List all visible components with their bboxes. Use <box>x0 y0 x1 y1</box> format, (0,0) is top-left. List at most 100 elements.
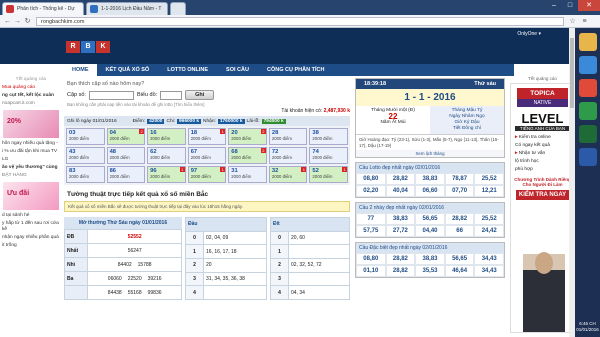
ad-text[interactable]: nhận ngay nhiều phần quà <box>0 234 62 242</box>
lotto-cell[interactable]: 28 2000 điểm <box>268 128 308 145</box>
lotto-cell[interactable]: 43 2000 điểm <box>66 147 105 164</box>
cau-box-title[interactable]: Cầu 2 nháy đẹp nhất ngày 02/01/2016 <box>356 203 504 214</box>
browser-tab-2[interactable]: 1-1-2016 Lịch Đầu Năm - T <box>86 2 168 15</box>
lotto-cell[interactable]: 16 2000 điểm <box>147 128 186 145</box>
lotto-cell[interactable]: 04 2000 điểm 2 <box>106 128 146 145</box>
menu-cong-cu[interactable]: CÔNG CỤ PHÂN TÍCH <box>258 64 333 76</box>
cau-number[interactable]: 38,83 <box>415 173 445 186</box>
ghi-button[interactable]: Ghi <box>185 90 215 100</box>
ad-image[interactable]: Ưu đãi <box>3 182 59 210</box>
ad-text[interactable]: ão vệ yêu thương" cùng <box>0 164 62 172</box>
lotto-cell[interactable]: 38 2000 điểm <box>309 128 348 145</box>
cau-number[interactable]: 34,43 <box>474 253 504 266</box>
cau-number[interactable]: 02,20 <box>356 185 386 198</box>
lotto-cell[interactable]: 97 2000 điểm 1 <box>187 166 227 183</box>
browser-tab-1[interactable]: Phân tích - Thống kê - Dự <box>2 2 84 15</box>
lotto-cell[interactable]: 68 2000 điểm 2 <box>228 147 267 164</box>
lotto-cell[interactable]: 72 2000 điểm <box>268 147 308 164</box>
cau-number[interactable]: 40,04 <box>385 185 416 198</box>
menu-ket-qua[interactable]: KẾT QUẢ XỔ SỐ <box>97 64 159 76</box>
cau-number[interactable]: 08,80 <box>356 173 386 186</box>
menu-home[interactable]: HOME <box>64 64 97 76</box>
cau-box-title[interactable]: Cầu Lotto đẹp nhất ngày 02/01/2016 <box>356 163 504 174</box>
ad-image[interactable]: 20% <box>3 110 59 138</box>
forward-icon[interactable]: → <box>13 17 22 26</box>
cau-number[interactable]: 38,83 <box>415 253 445 266</box>
chrome-icon[interactable] <box>578 102 597 120</box>
cau-number[interactable]: 25,52 <box>474 213 504 226</box>
user-menu[interactable]: OnlyOne ▾ <box>517 31 541 37</box>
calendar-date: 1 - 1 - 2016 <box>356 89 504 106</box>
lotto-cell[interactable]: 67 2000 điểm <box>187 147 227 164</box>
cau-number[interactable]: 28,82 <box>444 213 475 226</box>
cau-number[interactable]: 34,43 <box>474 265 504 278</box>
lotto-cell[interactable]: 62 2000 điểm <box>147 147 186 164</box>
stat-nhan: 1760000 k <box>217 118 245 124</box>
cau-number[interactable]: 35,53 <box>415 265 445 278</box>
table-row: 2 02, 32, 52, 72 <box>270 257 350 273</box>
lotto-cell[interactable]: 86 2000 điểm <box>106 166 146 183</box>
cau-number[interactable]: 25,52 <box>474 173 504 186</box>
new-tab-button[interactable] <box>170 2 186 15</box>
cau-number[interactable]: 01,10 <box>356 265 386 278</box>
cau-box-title[interactable]: Cầu Đặc biệt đẹp nhất ngày 02/01/2016 <box>356 243 504 254</box>
star-icon[interactable]: ☆ <box>568 17 577 26</box>
folder-icon[interactable] <box>578 33 597 51</box>
menu-icon[interactable]: ≡ <box>580 17 589 26</box>
lotto-cell[interactable]: 74 2000 điểm <box>309 147 348 164</box>
cap-so-input[interactable] <box>88 90 134 100</box>
ad-text[interactable]: y hấp từ 1 đến sau rơi cửa kế <box>0 220 62 234</box>
back-icon[interactable]: ← <box>3 17 12 26</box>
taskbar-clock[interactable]: 6:46 CH 01/01/2016 <box>575 321 600 333</box>
cau-number[interactable]: 28,82 <box>385 253 416 266</box>
lotto-cell[interactable]: 52 2000 điểm 1 <box>309 166 348 183</box>
word-icon[interactable] <box>578 148 597 166</box>
cau-number[interactable]: 77 <box>356 213 386 226</box>
ad-text[interactable]: ng cụt tết, kết lộc xuân <box>0 92 62 100</box>
cau-number[interactable]: 27,72 <box>385 225 416 238</box>
bieu-do-input[interactable] <box>160 90 183 100</box>
cau-number[interactable]: 57,75 <box>356 225 386 238</box>
cau-number[interactable]: 04,40 <box>415 225 445 238</box>
lotto-cell[interactable]: 31 2000 điểm <box>228 166 267 183</box>
lotto-cell[interactable]: 20 2000 điểm 2 <box>228 128 267 145</box>
topica-ad[interactable]: TOPICA NATIVE LEVEL TIẾNG ANH CỦA BẠN ▸ … <box>510 83 575 333</box>
browser-icon[interactable] <box>578 56 597 74</box>
site-logo[interactable]: R B K <box>66 41 110 53</box>
lotto-cell[interactable]: 96 2000 điểm 1 <box>147 166 186 183</box>
cau-number[interactable]: 24,42 <box>474 225 504 238</box>
cau-number[interactable]: 07,70 <box>444 185 475 198</box>
cau-number[interactable]: 12,21 <box>474 185 504 198</box>
cau-number[interactable]: 28,82 <box>385 173 416 186</box>
maximize-icon[interactable]: □ <box>562 0 578 11</box>
scrollbar-thumb[interactable] <box>570 38 574 108</box>
xem-lich-link[interactable]: Xem lịch tháng <box>356 150 504 158</box>
ad-text[interactable]: i % ưu đãi tận khi mua TV <box>0 148 62 156</box>
lotto-cell[interactable]: 32 2000 điểm 1 <box>268 166 308 183</box>
menu-soi-cau[interactable]: SOI CẦU <box>217 64 258 76</box>
ad-text[interactable]: Mua quảng cáo <box>0 84 62 92</box>
reload-icon[interactable]: ↻ <box>23 17 32 26</box>
cau-number[interactable]: 78,87 <box>444 173 475 186</box>
lotto-cell[interactable]: 48 2000 điểm <box>106 147 146 164</box>
opera-icon[interactable] <box>578 79 597 97</box>
cau-number[interactable]: 08,80 <box>356 253 386 266</box>
search-note[interactable]: Bạn không cần phải nạp tiền vào tài khoả… <box>67 102 350 107</box>
excel-icon[interactable] <box>578 125 597 143</box>
kiem-tra-button[interactable]: KIỂM TRA NGAY <box>516 190 569 200</box>
cau-number[interactable]: 66 <box>444 225 475 238</box>
lotto-cell[interactable]: 83 2000 điểm <box>66 166 105 183</box>
cau-number[interactable]: 28,82 <box>385 265 416 278</box>
close-icon[interactable]: ✕ <box>578 0 600 11</box>
url-field[interactable]: rongbachkim.com <box>36 17 564 26</box>
cau-number[interactable]: 56,65 <box>415 213 445 226</box>
ad-text[interactable]: hôn ngay nhiều quà tặng - <box>0 140 62 148</box>
cau-number[interactable]: 38,83 <box>385 213 416 226</box>
menu-lotto[interactable]: LOTTO ONLINE <box>158 64 217 76</box>
cau-number[interactable]: 06,60 <box>415 185 445 198</box>
minimize-icon[interactable]: – <box>546 0 562 11</box>
lotto-cell[interactable]: 03 2000 điểm <box>66 128 105 145</box>
cau-number[interactable]: 46,64 <box>444 265 475 278</box>
cau-number[interactable]: 56,65 <box>444 253 475 266</box>
lotto-cell[interactable]: 18 2000 điểm 1 <box>187 128 227 145</box>
